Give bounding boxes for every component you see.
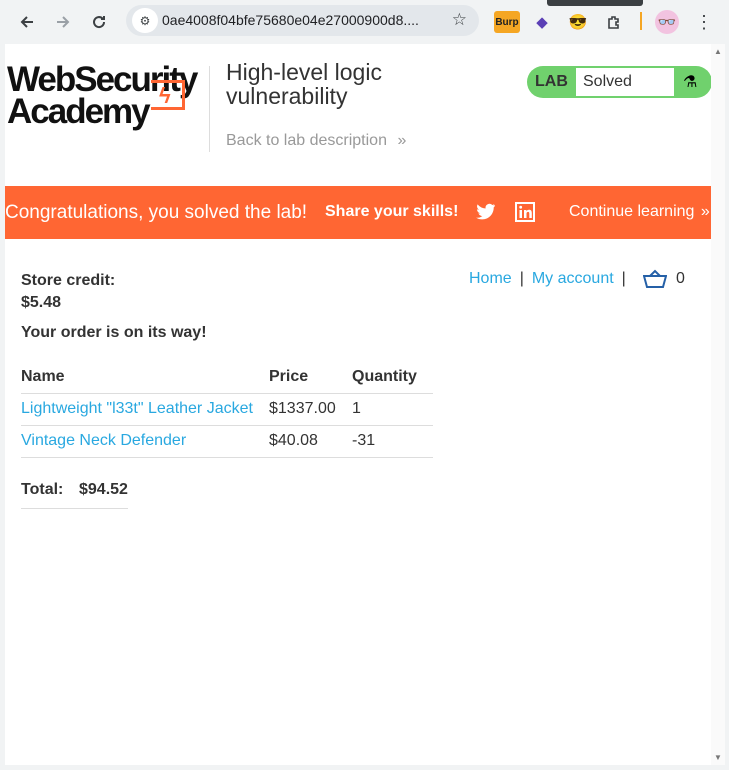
lab-title: High-level logic vulnerability [226,59,382,109]
burp-icon[interactable]: Burp [494,11,520,33]
header-divider [209,66,210,152]
logo-mark-icon: ϟ [151,80,185,110]
order-status-message: Your order is on its way! [21,324,207,341]
flask-icon: ⚗ [683,74,698,91]
chevron-right-icon: » [397,132,407,149]
emoji-extension-icon[interactable]: 😎 [566,10,590,34]
order-table: Name Price Quantity Lightweight "l33t" L… [21,362,433,458]
cart-count: 0 [676,270,685,287]
browser-toolbar: ⚙ 0ae4008f04bfe75680e04e27000900d8.... ☆… [0,0,729,44]
congrats-message: Congratulations, you solved the lab! [5,202,308,223]
back-icon[interactable] [15,10,39,34]
table-header-row: Name Price Quantity [21,362,433,394]
profile-icon[interactable]: 👓 [655,10,679,34]
reload-icon[interactable] [87,10,111,34]
menu-icon[interactable]: ⋮ [692,10,716,34]
continue-learning-link[interactable]: Continue learning » [569,203,710,221]
nav-separator: | [519,270,524,287]
puzzle-icon[interactable] [602,10,626,34]
product-price: $1337.00 [269,393,352,426]
lab-tag: LAB [535,73,568,90]
top-nav: Home | My account | [469,270,634,288]
total-row: Total: $94.52 [21,480,128,509]
my-account-link[interactable]: My account [532,270,614,287]
table-row: Lightweight "l33t" Leather Jacket $1337.… [21,393,433,426]
product-quantity: 1 [352,393,433,426]
forward-icon[interactable] [51,10,75,34]
product-price: $40.08 [269,425,352,458]
tooltip [547,0,643,6]
url-text[interactable]: 0ae4008f04bfe75680e04e27000900d8.... [162,12,434,28]
continue-learning-label: Continue learning [569,203,695,220]
cart-icon[interactable] [642,269,668,294]
store-credit: Store credit: $5.48 [21,270,115,314]
solved-banner: Congratulations, you solved the lab! Sha… [5,186,711,239]
bookmark-star-icon[interactable]: ☆ [452,10,467,30]
site-info-icon[interactable]: ⚙ [132,8,158,33]
linkedin-icon[interactable] [515,202,535,227]
scroll-down-icon[interactable]: ▼ [714,753,722,762]
total-value: $94.52 [79,480,128,509]
table-row: Vintage Neck Defender $40.08 -31 [21,425,433,458]
scroll-up-icon[interactable]: ▲ [714,47,722,56]
store-credit-value: $5.48 [21,294,62,311]
product-link[interactable]: Vintage Neck Defender [21,432,186,449]
lab-status-text: Solved [576,68,674,96]
chevron-right-icon: » [700,203,710,220]
vertical-scrollbar[interactable]: ▲ ▼ [711,44,725,765]
toolbar-separator [640,12,642,30]
product-link[interactable]: Lightweight "l33t" Leather Jacket [21,400,253,417]
address-bar[interactable]: ⚙ 0ae4008f04bfe75680e04e27000900d8.... ☆ [126,5,479,36]
share-label: Share your skills! [325,203,459,220]
nav-separator: | [621,270,626,287]
column-header: Quantity [352,362,433,394]
total-table: Total: $94.52 [21,480,128,509]
home-link[interactable]: Home [469,270,512,287]
back-link-label: Back to lab description [226,132,387,149]
purple-extension-icon[interactable]: ◆ [530,10,554,34]
page-viewport: WebSecurity Academy ϟ High-level logic v… [5,44,711,765]
column-header: Name [21,362,269,394]
column-header: Price [269,362,352,394]
lab-status-widget: LAB Solved ⚗ [527,66,711,98]
total-label: Total: [21,480,79,509]
back-to-description-link[interactable]: Back to lab description » [226,132,406,150]
twitter-icon[interactable] [476,202,496,225]
store-credit-label: Store credit: [21,272,116,289]
logo-line2: Academy [7,92,151,131]
product-quantity: -31 [352,425,433,458]
